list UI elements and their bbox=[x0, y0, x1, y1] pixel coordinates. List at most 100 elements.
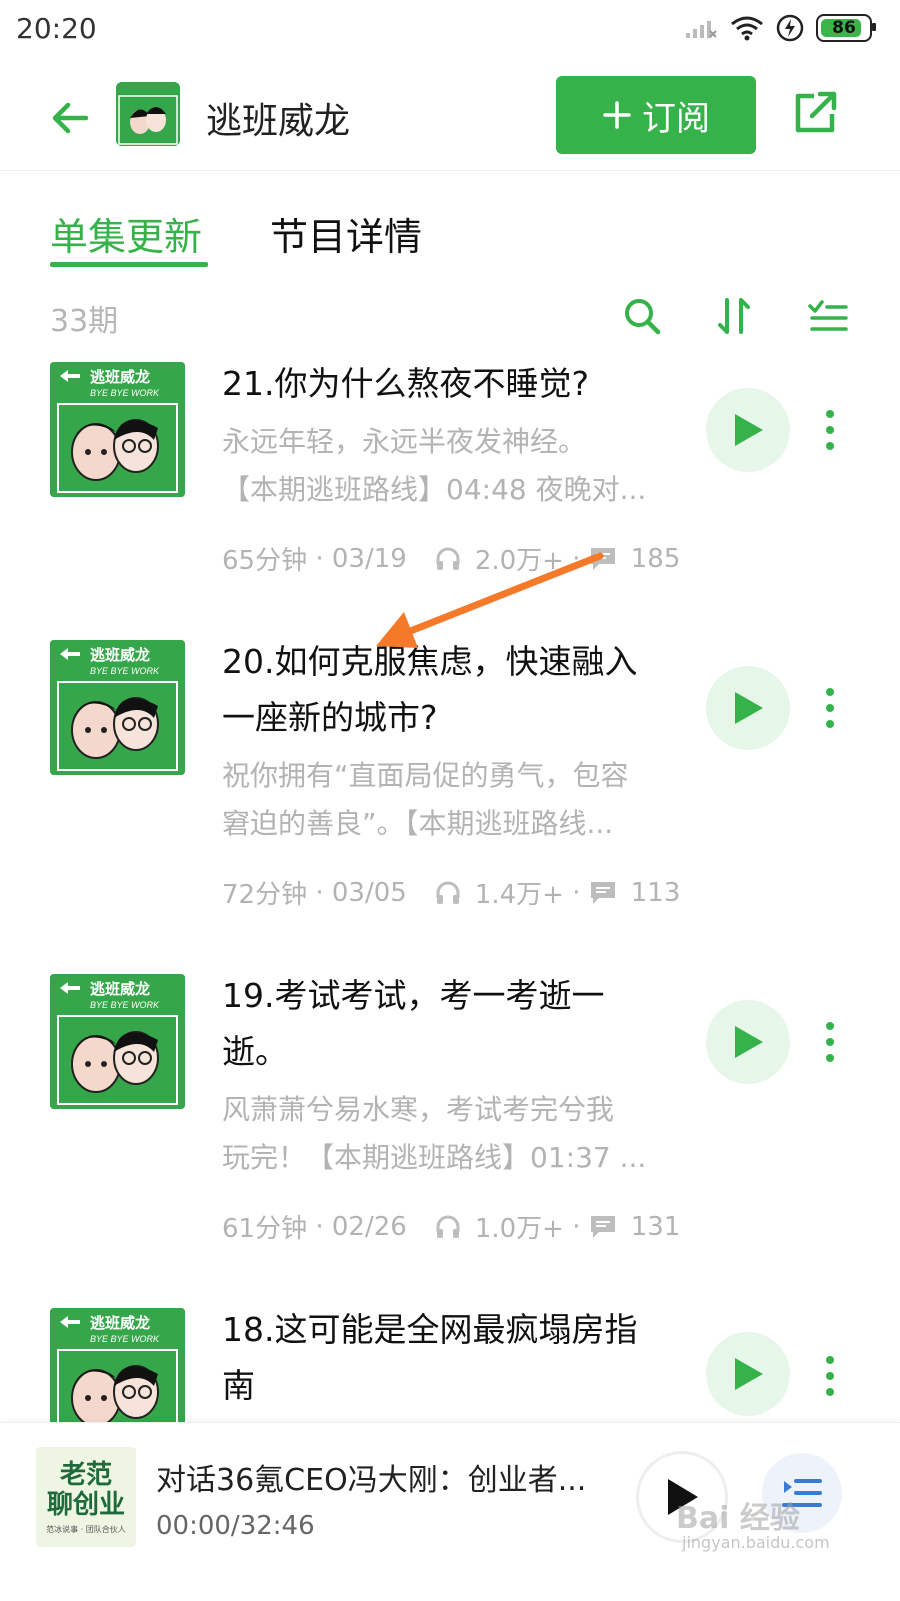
episode-duration: 61分钟 bbox=[222, 1214, 308, 1244]
player-cover-line: 老范 bbox=[59, 1459, 112, 1490]
podcast-cover-thumbnail bbox=[116, 82, 180, 146]
episode-title-line: 18.这可能是全网最疯塌房指 bbox=[222, 1310, 638, 1349]
player-cover-caption: 范冰说事 · 团队合伙人 bbox=[46, 1524, 126, 1534]
player-cover-line: 聊创业 bbox=[46, 1489, 125, 1520]
status-icons: 86 bbox=[684, 14, 876, 42]
episode-title-line: 逝。 bbox=[222, 1032, 288, 1071]
episode-title: 18.这可能是全网最疯塌房指 南 bbox=[222, 1308, 692, 1414]
cover-art-icon: 逃班威龙 BYE BYE WORK bbox=[50, 974, 185, 1109]
episode-title: 21.你为什么熬夜不睡觉? bbox=[222, 364, 589, 403]
back-arrow-icon[interactable] bbox=[46, 94, 94, 142]
filter-icon[interactable] bbox=[806, 294, 850, 338]
comment-icon bbox=[590, 1215, 615, 1238]
episode-description-line: 永远年轻，永远半夜发神经。 bbox=[222, 425, 587, 458]
episode-description-line: 风萧萧兮易水寒，考试考完兮我 bbox=[222, 1093, 615, 1126]
cover-subtitle: BYE BYE WORK bbox=[90, 388, 160, 398]
play-icon bbox=[735, 414, 763, 446]
share-icon[interactable] bbox=[790, 88, 840, 138]
playlist-icon bbox=[782, 1479, 822, 1507]
player-title: 对话36氪CEO冯大刚：创业者... bbox=[156, 1463, 587, 1498]
comment-icon bbox=[590, 547, 615, 570]
player-time: 00:00/32:46 bbox=[156, 1511, 315, 1541]
cover-subtitle: BYE BYE WORK bbox=[90, 1334, 160, 1344]
episode-meta: 72分钟 · 03/05 1.4万+ · 113 bbox=[222, 874, 680, 911]
play-button[interactable] bbox=[706, 388, 790, 472]
episode-plays: 2.0万+ bbox=[474, 546, 564, 576]
episode-description-line: 祝你拥有“直面局促的勇气，包容 bbox=[222, 759, 629, 792]
more-icon[interactable] bbox=[818, 1354, 842, 1398]
wifi-icon bbox=[731, 16, 763, 41]
sort-icon[interactable] bbox=[713, 294, 757, 338]
play-icon bbox=[735, 692, 763, 724]
cover-name: 逃班威龙 bbox=[90, 368, 150, 386]
play-button[interactable] bbox=[706, 666, 790, 750]
episode-description-line: 【本期逃班路线】04:48 夜晚对... bbox=[222, 473, 647, 506]
cover-art-icon: 逃班威龙 BYE BYE WORK bbox=[50, 640, 185, 775]
mini-player[interactable]: 老范 聊创业 范冰说事 · 团队合伙人 对话36氪CEO冯大刚：创业者... 0… bbox=[0, 1422, 900, 1601]
episode-item[interactable]: 逃班威龙 BYE BYE WORK 18.这可能是全网最疯塌房指 南 bbox=[0, 1308, 900, 1422]
episode-title-line: 一座新的城市? bbox=[222, 698, 438, 737]
episode-comments: 113 bbox=[630, 877, 681, 908]
search-icon[interactable] bbox=[620, 294, 664, 338]
episode-plays: 1.0万+ bbox=[474, 1214, 564, 1244]
episode-description-line: 玩完！【本期逃班路线】01:37 ... bbox=[222, 1141, 647, 1174]
episode-meta: 61分钟 · 02/26 1.0万+ · 131 bbox=[222, 1208, 680, 1245]
episode-title-line: 南 bbox=[222, 1366, 255, 1405]
cover-art-icon bbox=[116, 82, 180, 146]
episode-count: 33期 bbox=[50, 304, 119, 339]
episode-cover: 逃班威龙 BYE BYE WORK bbox=[50, 362, 185, 497]
playlist-button[interactable] bbox=[762, 1453, 842, 1533]
episode-comments: 185 bbox=[630, 543, 681, 574]
tab-details[interactable]: 节目详情 bbox=[270, 206, 422, 261]
header: 逃班威龙 订阅 bbox=[0, 70, 900, 171]
player-cover: 老范 聊创业 范冰说事 · 团队合伙人 bbox=[36, 1447, 136, 1547]
battery-level: 86 bbox=[832, 18, 856, 38]
play-button[interactable] bbox=[706, 1332, 790, 1416]
episode-item[interactable]: 逃班威龙 BYE BYE WORK 21.你为什么熬夜不睡觉? 永远年轻，永远半… bbox=[0, 362, 900, 592]
headphones-icon bbox=[436, 1215, 460, 1238]
podcast-title: 逃班威龙 bbox=[206, 101, 351, 142]
cover-subtitle: BYE BYE WORK bbox=[90, 1000, 160, 1010]
signal-icon bbox=[686, 21, 717, 38]
cover-name: 逃班威龙 bbox=[90, 646, 150, 664]
tab-bar: 单集更新 节目详情 bbox=[0, 190, 900, 280]
episode-date: 03/19 bbox=[331, 543, 407, 574]
comment-icon bbox=[590, 881, 615, 904]
episode-title-line: 19.考试考试，考一考逝一 bbox=[222, 976, 605, 1015]
subscribe-button[interactable]: 订阅 bbox=[556, 76, 756, 154]
tab-episodes[interactable]: 单集更新 bbox=[50, 206, 202, 261]
episode-date: 02/26 bbox=[331, 1211, 407, 1242]
player-play-button[interactable] bbox=[636, 1451, 728, 1543]
charging-icon bbox=[776, 14, 804, 42]
status-time: 20:20 bbox=[16, 12, 97, 45]
episode-cover: 逃班威龙 BYE BYE WORK bbox=[50, 974, 185, 1109]
active-tab-indicator bbox=[50, 262, 208, 267]
play-icon bbox=[668, 1479, 698, 1515]
cover-name: 逃班威龙 bbox=[90, 980, 150, 998]
play-button[interactable] bbox=[706, 1000, 790, 1084]
subscribe-label: 订阅 bbox=[642, 98, 710, 139]
episode-title-line: 20.如何克服焦虑，快速融入 bbox=[222, 642, 638, 681]
episode-cover: 逃班威龙 BYE BYE WORK bbox=[50, 640, 185, 775]
episode-description: 祝你拥有“直面局促的勇气，包容 窘迫的善良”。【本期逃班路线... bbox=[222, 752, 682, 848]
headphones-icon bbox=[436, 547, 460, 570]
episode-item[interactable]: 逃班威龙 BYE BYE WORK 19.考试考试，考一考逝一 逝。 风萧萧兮易… bbox=[0, 974, 900, 1254]
episode-duration: 65分钟 bbox=[222, 546, 308, 576]
plus-icon bbox=[603, 101, 631, 129]
episode-meta: 65分钟 · 03/19 2.0万+ · 185 bbox=[222, 540, 680, 577]
more-icon[interactable] bbox=[818, 408, 842, 452]
cover-name: 逃班威龙 bbox=[90, 1314, 150, 1332]
episode-duration: 72分钟 bbox=[222, 880, 308, 910]
cover-subtitle: BYE BYE WORK bbox=[90, 666, 160, 676]
episode-date: 03/05 bbox=[331, 877, 407, 908]
status-bar: 20:20 86 bbox=[0, 0, 900, 62]
more-icon[interactable] bbox=[818, 686, 842, 730]
cover-art-icon: 逃班威龙 BYE BYE WORK bbox=[50, 362, 185, 497]
more-icon[interactable] bbox=[818, 1020, 842, 1064]
episode-plays: 1.4万+ bbox=[474, 880, 564, 910]
episode-item[interactable]: 逃班威龙 BYE BYE WORK 20.如何克服焦虑，快速融入 一座新的城市?… bbox=[0, 640, 900, 920]
list-toolbar: 33期 bbox=[0, 290, 900, 346]
episode-comments: 131 bbox=[630, 1211, 681, 1242]
episode-title: 19.考试考试，考一考逝一 逝。 bbox=[222, 968, 692, 1080]
play-icon bbox=[735, 1358, 763, 1390]
